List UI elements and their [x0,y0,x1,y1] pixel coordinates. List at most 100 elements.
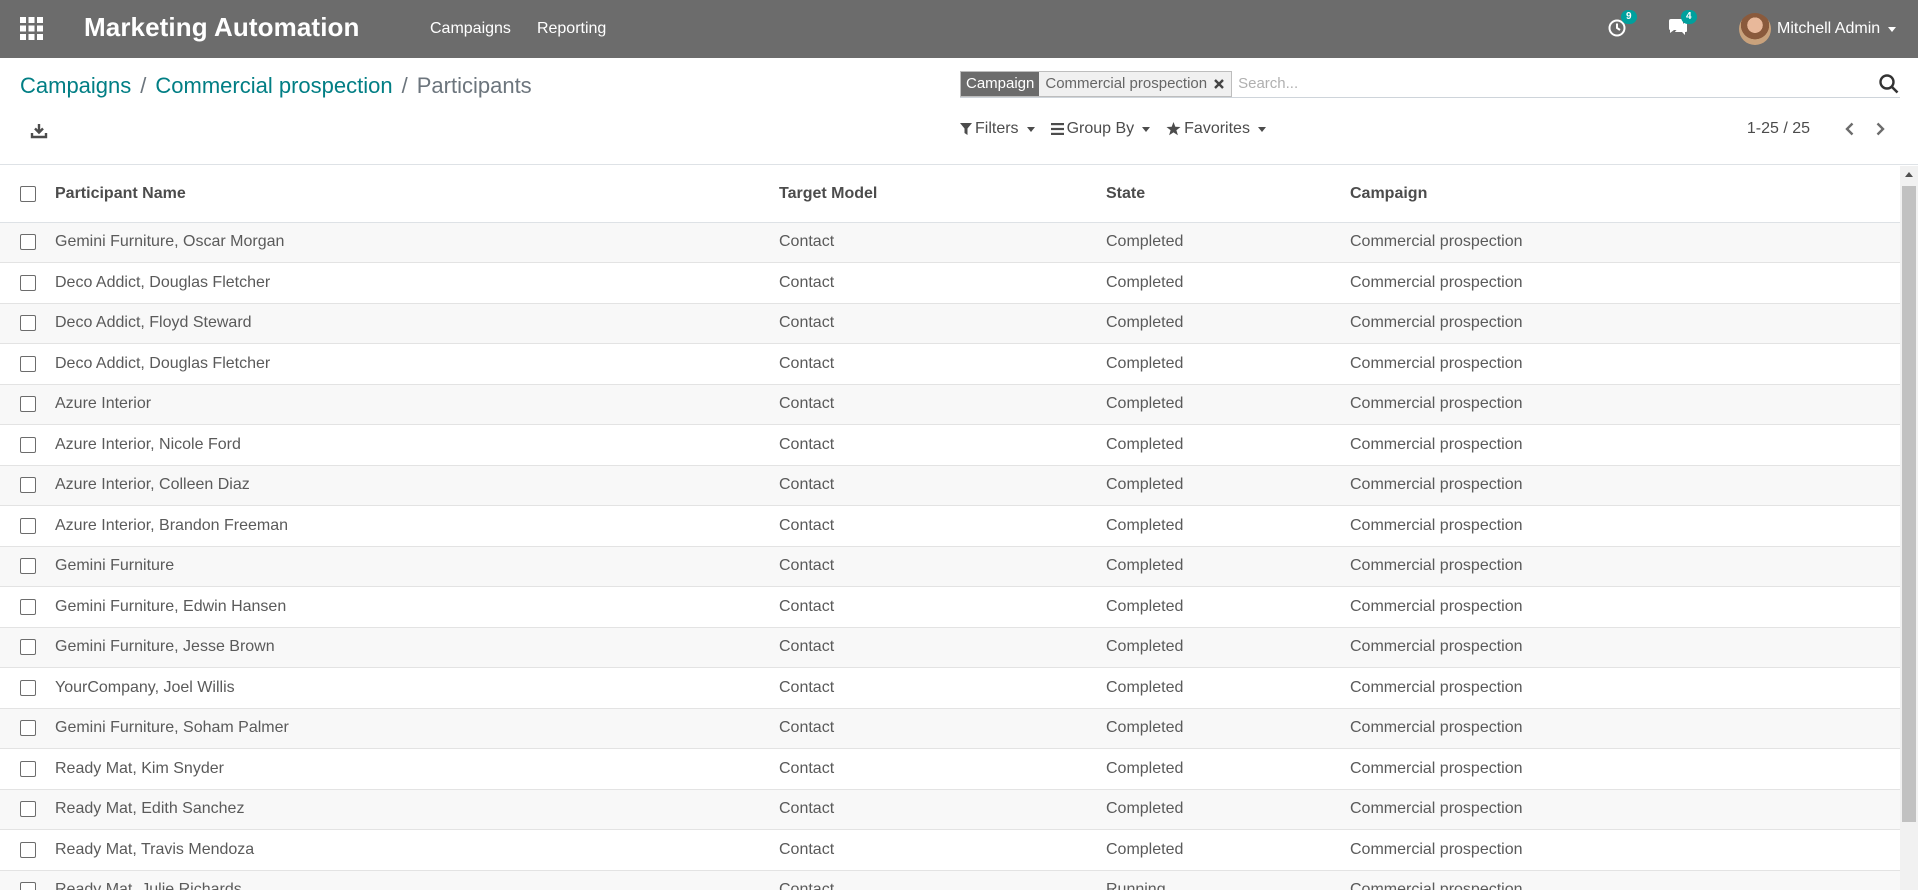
chevron-right-icon[interactable] [1872,121,1888,137]
row-checkbox[interactable] [20,760,36,777]
table-row[interactable]: Ready Mat, Travis Mendoza Contact Complete… [0,829,1900,871]
breadcrumb-commercial-prospection[interactable]: Commercial prospection [155,73,392,99]
table-row[interactable]: Deco Addict, Douglas Fletcher Contact Comp… [0,262,1900,304]
cell-participant-name: Ready Mat, Kim Snyder [55,748,779,790]
breadcrumb: Campaigns / Commercial prospection / Par… [20,73,532,99]
table-row[interactable]: Deco Addict, Douglas Fletcher Contact Comp… [0,343,1900,385]
bars-icon [1050,123,1064,135]
cell-campaign: Commercial prospection [1350,262,1900,304]
vertical-scrollbar[interactable] [1900,166,1918,890]
cell-state: Completed [1106,546,1350,587]
table-row[interactable]: Azure Interior, Brandon Freeman Contact Co… [0,505,1900,547]
row-checkbox[interactable] [20,882,36,890]
column-header-state[interactable]: State [1106,166,1350,223]
menu-reporting[interactable]: Reporting [537,20,606,38]
row-checkbox-cell [0,384,55,425]
cell-participant-name: Gemini Furniture [55,546,779,587]
table-row[interactable]: Gemini Furniture, Soham Palmer Contact Com… [0,708,1900,749]
cell-campaign: Commercial prospection [1350,829,1900,871]
messaging-menu[interactable]: 4 [1668,10,1697,37]
caret-down-icon [1888,26,1897,32]
cell-campaign: Commercial prospection [1350,627,1900,668]
chevron-left-icon[interactable] [1842,121,1858,137]
table-row[interactable]: YourCompany, Joel Willis Contact Completed… [0,667,1900,709]
row-checkbox[interactable] [20,558,36,575]
table-row[interactable]: Azure Interior, Nicole Ford Contact Comple… [0,424,1900,466]
table-row[interactable]: Ready Mat, Edith Sanchez Contact Completed… [0,789,1900,830]
row-checkbox[interactable] [20,639,36,656]
cell-participant-name: Azure Interior, Brandon Freeman [55,505,779,547]
row-checkbox-cell [0,870,55,890]
column-header-participant-name[interactable]: Participant Name [55,166,779,223]
search-facet[interactable]: Campaign Commercial prospection [960,70,1233,97]
breadcrumb-separator: / [401,73,408,98]
activity-menu[interactable]: 9 [1608,10,1637,37]
row-checkbox[interactable] [20,841,36,858]
row-checkbox[interactable] [20,679,36,696]
cell-campaign: Commercial prospection [1350,667,1900,709]
scroll-up-arrow-icon[interactable] [1905,172,1913,177]
favorites-button[interactable]: Favorites [1166,120,1266,138]
app-title[interactable]: Marketing Automation [84,12,359,43]
table-row[interactable]: Ready Mat, Julie Richards Contact Running C… [0,870,1900,890]
search-icon[interactable] [1878,73,1900,95]
cell-campaign: Commercial prospection [1350,748,1900,790]
scrollbar-thumb[interactable] [1902,186,1916,822]
select-all-cell [0,166,55,223]
cell-target-model: Contact [779,667,1106,709]
pager-value[interactable]: 1-25 / 25 [1747,120,1810,138]
main-menu: Campaigns Reporting [430,0,632,58]
cell-participant-name: Gemini Furniture, Soham Palmer [55,708,779,749]
search-input[interactable] [1238,75,1878,92]
row-checkbox[interactable] [20,720,36,737]
table-row[interactable]: Gemini Furniture, Oscar Morgan Contact Com… [0,222,1900,263]
column-header-target-model[interactable]: Target Model [779,166,1106,223]
table-row[interactable]: Ready Mat, Kim Snyder Contact Completed Com… [0,748,1900,790]
row-checkbox[interactable] [20,598,36,615]
table-row[interactable]: Gemini Furniture, Jesse Brown Contact Comp… [0,627,1900,668]
row-checkbox-cell [0,303,55,344]
row-checkbox[interactable] [20,801,36,818]
facet-remove-icon[interactable] [1213,78,1225,90]
row-checkbox-cell [0,546,55,587]
cell-campaign: Commercial prospection [1350,424,1900,466]
cell-target-model: Contact [779,870,1106,890]
cell-state: Completed [1106,505,1350,547]
activity-count-badge: 9 [1621,10,1637,24]
row-checkbox[interactable] [20,234,36,251]
row-checkbox[interactable] [20,315,36,332]
facet-label: Campaign [961,71,1040,96]
cell-target-model: Contact [779,708,1106,749]
row-checkbox[interactable] [20,274,36,291]
row-checkbox[interactable] [20,477,36,494]
table-header-row: Participant Name Target Model State Camp… [0,166,1900,223]
cell-participant-name: Deco Addict, Douglas Fletcher [55,343,779,385]
cell-state: Completed [1106,829,1350,871]
filter-icon [960,122,972,135]
row-checkbox-cell [0,505,55,547]
table-row[interactable]: Deco Addict, Floyd Steward Contact Complet… [0,303,1900,344]
filters-button[interactable]: Filters [960,120,1035,138]
table-row[interactable]: Azure Interior, Colleen Diaz Contact Compl… [0,465,1900,506]
table-row[interactable]: Gemini Furniture, Edwin Hansen Contact Com… [0,586,1900,628]
group-by-label: Group By [1066,120,1135,137]
cell-target-model: Contact [779,303,1106,344]
select-all-checkbox[interactable] [20,185,36,202]
group-by-button[interactable]: Group By [1050,120,1151,138]
facet-value-wrap: Commercial prospection [1039,71,1232,96]
download-icon[interactable] [30,122,50,142]
column-header-campaign[interactable]: Campaign [1350,166,1900,223]
row-checkbox[interactable] [20,355,36,372]
cell-state: Completed [1106,424,1350,466]
table-row[interactable]: Azure Interior Contact Completed Commercial… [0,384,1900,425]
table-row[interactable]: Gemini Furniture Contact Completed Commerci… [0,546,1900,587]
user-menu[interactable]: Mitchell Admin [1739,11,1897,47]
star-icon [1166,122,1181,136]
row-checkbox[interactable] [20,436,36,453]
search-options: Filters Group By Favorites [960,120,1282,138]
row-checkbox[interactable] [20,517,36,534]
menu-campaigns[interactable]: Campaigns [430,20,511,38]
row-checkbox[interactable] [20,396,36,413]
breadcrumb-campaigns[interactable]: Campaigns [20,73,131,99]
apps-menu-icon[interactable] [20,17,43,40]
